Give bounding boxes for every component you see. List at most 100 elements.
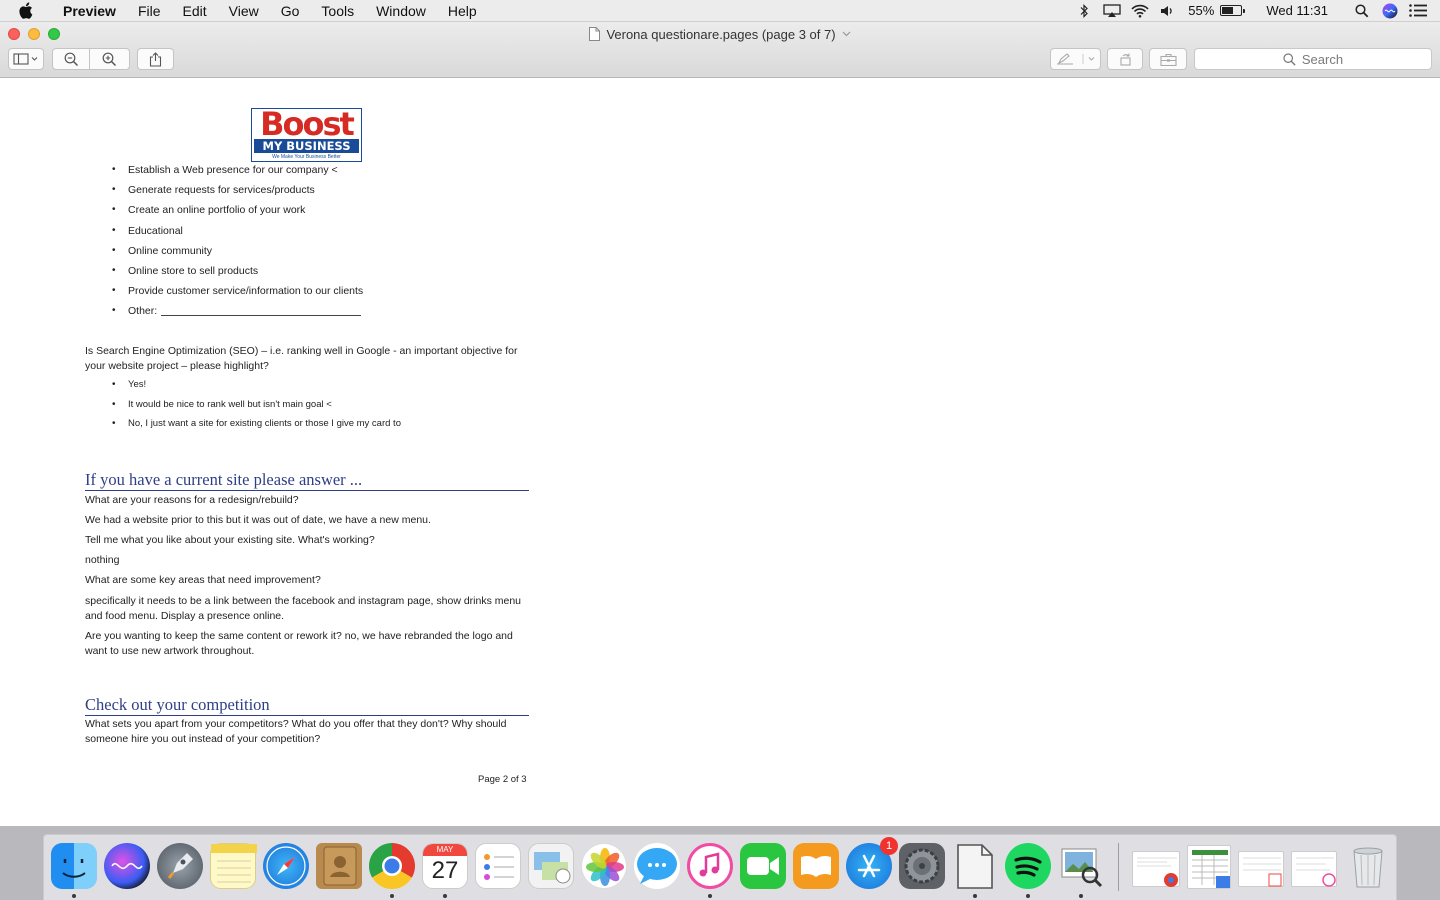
menu-help[interactable]: Help	[437, 0, 488, 22]
zoom-out-button[interactable]	[52, 48, 90, 70]
list-item: Establish a Web presence for our company…	[112, 160, 363, 180]
spotlight-search-icon[interactable]	[1348, 0, 1376, 22]
running-indicator	[390, 894, 394, 898]
list-item: Generate requests for services/products	[112, 180, 363, 200]
zoom-out-icon	[64, 52, 78, 66]
current-site-line: nothing	[85, 554, 120, 566]
notification-center-icon[interactable]	[1404, 0, 1432, 22]
current-site-line: What are your reasons for a redesign/reb…	[85, 494, 299, 506]
apple-menu-icon[interactable]	[18, 2, 38, 19]
sidebar-toggle-button[interactable]	[8, 48, 44, 70]
seo-options-list: Yes! It would be nice to rank well but i…	[112, 375, 401, 434]
share-button[interactable]	[137, 48, 174, 70]
minimized-itunes-window[interactable]	[1291, 851, 1337, 887]
battery-icon[interactable]	[1220, 5, 1246, 16]
spotify-icon[interactable]	[1005, 843, 1051, 889]
competition-text: What sets you apart from your competitor…	[85, 718, 507, 745]
list-item: It would be nice to rank well but isn't …	[112, 395, 401, 415]
current-site-line: Are you wanting to keep the same content…	[85, 630, 513, 657]
zoom-in-button[interactable]	[89, 48, 130, 70]
current-site-heading: If you have a current site please answer…	[85, 470, 529, 491]
photos-icon[interactable]	[581, 843, 627, 889]
minimized-spreadsheet-window[interactable]	[1187, 845, 1231, 889]
menu-file[interactable]: File	[127, 0, 172, 22]
menu-tools[interactable]: Tools	[310, 0, 365, 22]
rotate-icon	[1119, 53, 1131, 66]
minimized-calendar-window[interactable]	[1238, 851, 1284, 887]
list-item: Create an online portfolio of your work	[112, 200, 363, 220]
document-view[interactable]: Boost MY BUSINESS We Make Your Business …	[0, 78, 1440, 826]
airplay-icon[interactable]	[1098, 0, 1126, 22]
wifi-icon[interactable]	[1126, 0, 1154, 22]
list-item: Educational	[112, 221, 363, 241]
current-site-line: specifically it needs to be a link betwe…	[85, 595, 522, 622]
sidebar-icon	[13, 53, 38, 65]
chrome-icon[interactable]	[369, 843, 415, 889]
calendar-month: MAY	[423, 844, 467, 856]
reminders-icon[interactable]	[475, 843, 521, 889]
website-goals-list: Establish a Web presence for our company…	[112, 160, 363, 322]
menu-go[interactable]: Go	[270, 0, 311, 22]
markup-button[interactable]	[1050, 48, 1101, 70]
system-preferences-icon[interactable]	[899, 843, 945, 889]
share-icon	[149, 51, 162, 67]
logo-main-text: Boost	[260, 108, 355, 143]
list-item: No, I just want a site for existing clie…	[112, 414, 401, 434]
blank-document-icon[interactable]	[952, 843, 998, 889]
toolbox-button[interactable]	[1149, 48, 1187, 70]
siri-app-icon[interactable]	[104, 843, 150, 889]
menu-window[interactable]: Window	[365, 0, 437, 22]
itunes-icon[interactable]	[687, 843, 733, 889]
messages-icon[interactable]	[634, 843, 680, 889]
menu-view[interactable]: View	[218, 0, 270, 22]
window-title[interactable]: Verona questionare.pages (page 3 of 7)	[0, 25, 1440, 43]
ibooks-icon[interactable]	[793, 843, 839, 889]
preview-window: Verona questionare.pages (page 3 of 7) S…	[0, 22, 1440, 826]
current-site-line: We had a website prior to this but it wa…	[85, 514, 431, 526]
contacts-icon[interactable]	[316, 843, 362, 889]
facetime-icon[interactable]	[740, 843, 786, 889]
photo-booth-icon[interactable]	[528, 843, 574, 889]
list-item-other: Other:	[112, 301, 363, 322]
list-item: Yes!	[112, 375, 401, 395]
competition-heading: Check out your competition	[85, 695, 529, 716]
document-icon	[589, 27, 601, 41]
other-label: Other:	[128, 305, 158, 318]
battery-level-fill	[1222, 7, 1234, 14]
menu-bar: Preview File Edit View Go Tools Window H…	[0, 0, 1440, 22]
other-blank-line	[161, 315, 362, 317]
trash-icon[interactable]	[1345, 843, 1391, 889]
current-site-line: Tell me what you like about your existin…	[85, 534, 375, 546]
chevron-down-icon[interactable]	[842, 31, 851, 37]
minimized-chrome-window[interactable]	[1132, 851, 1180, 887]
window-title-text: Verona questionare.pages (page 3 of 7)	[606, 26, 836, 42]
app-store-update-badge: 1	[880, 837, 898, 855]
calendar-icon[interactable]: MAY 27	[422, 843, 468, 889]
boost-my-business-logo: Boost MY BUSINESS We Make Your Business …	[251, 108, 362, 162]
menu-edit[interactable]: Edit	[172, 0, 218, 22]
search-field[interactable]: Search	[1194, 48, 1432, 70]
launchpad-icon[interactable]	[157, 843, 203, 889]
notes-icon[interactable]	[210, 843, 257, 889]
logo-sub-text: MY BUSINESS	[254, 139, 359, 153]
running-indicator	[973, 894, 977, 898]
menu-app-name[interactable]: Preview	[52, 0, 127, 22]
bluetooth-icon[interactable]	[1070, 0, 1098, 22]
page-number: Page 2 of 3	[478, 774, 527, 785]
app-store-icon[interactable]: 1	[846, 837, 898, 889]
volume-icon[interactable]	[1154, 0, 1182, 22]
finder-icon[interactable]	[51, 843, 97, 889]
menubar-clock[interactable]: Wed 11:31	[1250, 3, 1348, 18]
battery-percent[interactable]: 55%	[1182, 3, 1220, 18]
markup-pen-icon	[1056, 53, 1094, 65]
calendar-day: 27	[431, 857, 459, 884]
dock: MAY 27 1	[43, 834, 1397, 900]
safari-icon[interactable]	[263, 843, 309, 889]
preview-app-icon[interactable]	[1058, 843, 1104, 889]
running-indicator	[72, 894, 76, 898]
siri-icon[interactable]	[1376, 0, 1404, 22]
rotate-button[interactable]	[1107, 48, 1143, 70]
running-indicator	[1079, 894, 1083, 898]
document-page: Boost MY BUSINESS We Make Your Business …	[0, 78, 620, 826]
dock-separator	[1118, 843, 1119, 891]
